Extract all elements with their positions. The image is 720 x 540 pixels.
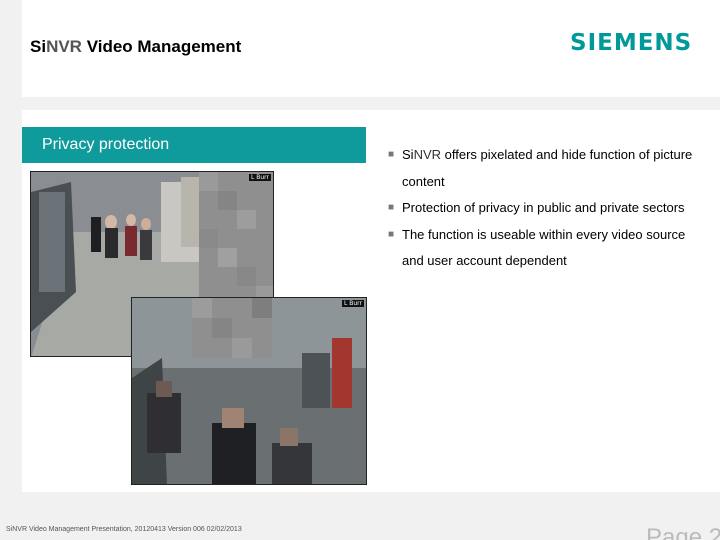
- camera-image-2: L Burr: [131, 297, 367, 485]
- camera-osd-2: L Burr: [342, 300, 364, 307]
- section-title-bar: Privacy protection: [22, 127, 366, 163]
- bullet-item-3: ■ The function is useable within every v…: [388, 222, 710, 275]
- camera-osd-1: L Burr: [249, 174, 271, 181]
- page-number: Page 21: [646, 524, 720, 540]
- header-panel: SiNVR Video Management SIEMENS: [22, 0, 720, 97]
- bullet-item-1: ■ SiNVR offers pixelated and hide functi…: [388, 142, 710, 195]
- bullet-si: Si: [402, 147, 414, 162]
- bullet-nvr: NVR: [413, 147, 442, 162]
- footer-text: SiNVR Video Management Presentation, 201…: [6, 526, 242, 533]
- bullet-text: Protection of privacy in public and priv…: [402, 200, 685, 215]
- bullet-item-2: ■ Protection of privacy in public and pr…: [388, 195, 710, 222]
- subway-platform-picture-2: [132, 298, 366, 484]
- section-title: Privacy protection: [42, 136, 170, 153]
- title-rest: Video Management: [81, 37, 242, 56]
- bullet-square-icon: ■: [388, 202, 395, 213]
- siemens-logo: SIEMENS: [570, 30, 693, 56]
- title-prefix: Si: [30, 37, 47, 56]
- bullet-rest: offers pixelated and hide function of pi…: [402, 147, 693, 189]
- bullet-list: ■ SiNVR offers pixelated and hide functi…: [388, 142, 710, 275]
- title-nvr: NVR: [46, 37, 82, 56]
- bullet-square-icon: ■: [388, 228, 395, 240]
- slide: SiNVR Video Management SIEMENS Privacy p…: [0, 0, 720, 540]
- bullet-text: The function is useable within every vid…: [402, 226, 686, 269]
- bullet-square-icon: ■: [388, 149, 395, 160]
- page-title: SiNVR Video Management: [30, 37, 241, 57]
